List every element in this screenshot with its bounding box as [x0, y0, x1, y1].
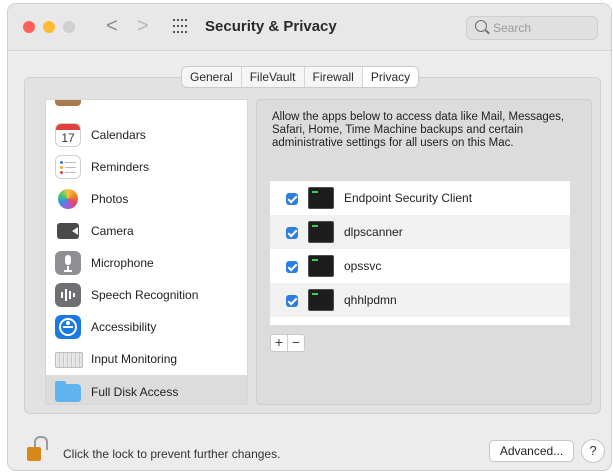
accessibility-icon: [55, 315, 81, 339]
app-checkbox[interactable]: [286, 295, 298, 307]
terminal-icon: [308, 289, 334, 311]
app-name: Endpoint Security Client: [344, 191, 473, 205]
sidebar-item-label: Speech Recognition: [91, 288, 199, 302]
app-row[interactable]: qhhlpdmn: [270, 283, 570, 317]
sidebar-item-photos[interactable]: Photos: [46, 183, 247, 215]
minimize-button[interactable]: [43, 21, 55, 33]
tab-bar: General FileVault Firewall Privacy: [181, 66, 420, 88]
help-button[interactable]: ?: [581, 439, 605, 463]
microphone-icon: [55, 251, 81, 275]
close-button[interactable]: [23, 21, 35, 33]
tab-filevault[interactable]: FileVault: [242, 67, 305, 87]
search-input[interactable]: [493, 20, 589, 36]
reminders-icon: [55, 155, 81, 179]
forward-button[interactable]: >: [137, 15, 149, 37]
app-checkbox[interactable]: [286, 193, 298, 205]
sidebar-item-label: Photos: [91, 192, 129, 206]
sidebar-item-label: Calendars: [91, 128, 146, 142]
lock-icon[interactable]: [27, 436, 49, 462]
sidebar-item-label: Camera: [91, 224, 134, 238]
sidebar-item-speech-recognition[interactable]: Speech Recognition: [46, 279, 247, 311]
add-remove-control: + −: [270, 334, 305, 352]
sidebar-item-input-monitoring[interactable]: Input Monitoring: [46, 343, 247, 375]
app-row[interactable]: opssvc: [270, 249, 570, 283]
lock-status-text: Click the lock to prevent further change…: [63, 447, 281, 461]
calendar-icon: 17: [55, 123, 81, 147]
show-all-grid-icon[interactable]: [173, 19, 189, 35]
terminal-icon: [308, 255, 334, 277]
title-bar: < > Security & Privacy: [8, 4, 611, 51]
zoom-button[interactable]: [63, 21, 75, 33]
app-checkbox[interactable]: [286, 261, 298, 273]
sidebar-item-accessibility[interactable]: Accessibility: [46, 311, 247, 343]
search-icon: [475, 20, 487, 32]
sidebar-item-label: Input Monitoring: [91, 352, 178, 366]
search-field[interactable]: [466, 16, 598, 40]
sidebar-item-calendars[interactable]: 17 Calendars: [46, 119, 247, 151]
speech-recognition-icon: [55, 283, 81, 307]
tab-privacy[interactable]: Privacy: [362, 67, 419, 87]
advanced-button[interactable]: Advanced...: [489, 440, 574, 462]
partial-item-icon: [55, 100, 81, 106]
photos-icon: [58, 189, 78, 209]
camera-icon: [57, 223, 79, 239]
folder-icon: [55, 381, 81, 402]
privacy-category-list[interactable]: 17 Calendars Reminders Photos Camera Mic…: [45, 99, 248, 405]
app-name: opssvc: [344, 259, 382, 273]
terminal-icon: [308, 187, 334, 209]
add-app-button[interactable]: +: [271, 335, 288, 351]
sidebar-item-label: Microphone: [91, 256, 154, 270]
app-list[interactable]: Endpoint Security Client dlpscanner opss…: [270, 181, 570, 325]
tab-general[interactable]: General: [182, 67, 242, 87]
access-description: Allow the apps below to access data like…: [272, 111, 565, 149]
keyboard-icon: [55, 352, 83, 368]
remove-app-button[interactable]: −: [288, 335, 304, 351]
sidebar-item-full-disk-access[interactable]: Full Disk Access: [46, 375, 247, 404]
calendar-day: 17: [61, 131, 75, 145]
app-checkbox[interactable]: [286, 227, 298, 239]
sidebar-item-label: Full Disk Access: [91, 385, 179, 399]
tab-firewall[interactable]: Firewall: [305, 67, 363, 87]
back-button[interactable]: <: [106, 15, 118, 37]
preferences-window: < > Security & Privacy General FileVault…: [8, 4, 611, 470]
app-name: dlpscanner: [344, 225, 403, 239]
window-title: Security & Privacy: [205, 18, 337, 35]
sidebar-item-label: Reminders: [91, 160, 150, 174]
app-row[interactable]: dlpscanner: [270, 215, 570, 249]
sidebar-item-microphone[interactable]: Microphone: [46, 247, 247, 279]
sidebar-item-reminders[interactable]: Reminders: [46, 151, 247, 183]
sidebar-item-camera[interactable]: Camera: [46, 215, 247, 247]
terminal-icon: [308, 221, 334, 243]
app-name: qhhlpdmn: [344, 293, 397, 307]
sidebar-item-label: Accessibility: [91, 320, 157, 334]
app-row[interactable]: Endpoint Security Client: [270, 181, 570, 215]
